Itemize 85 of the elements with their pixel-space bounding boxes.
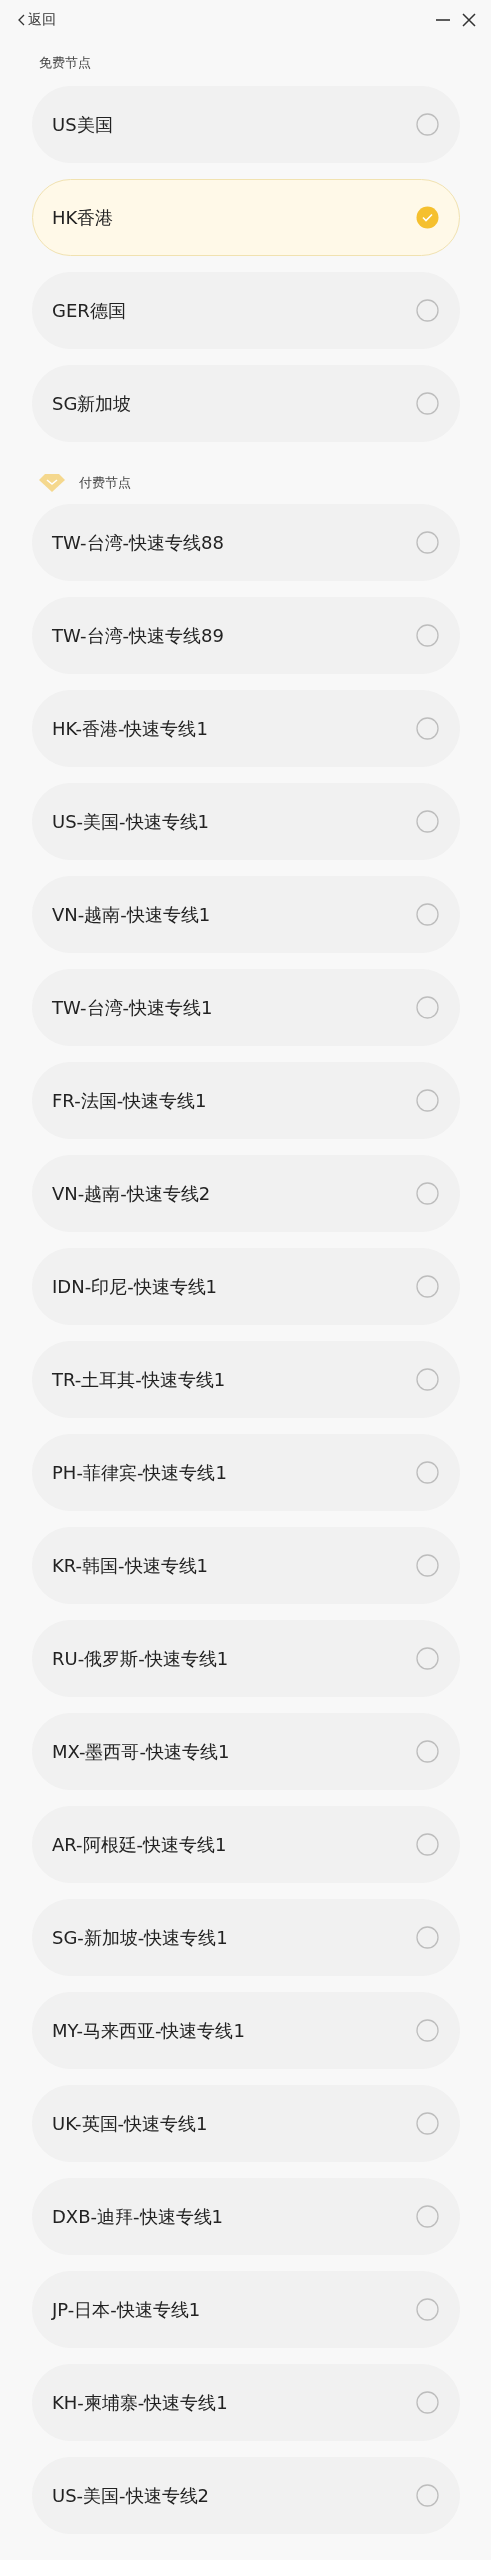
checked-radio-icon[interactable] bbox=[416, 206, 439, 229]
node-option[interactable]: TR-土耳其-快速专线1 bbox=[32, 1341, 460, 1418]
node-option[interactable]: TW-台湾-快速专线1 bbox=[32, 969, 460, 1046]
node-option[interactable]: MY-马来西亚-快速专线1 bbox=[32, 1992, 460, 2069]
node-option[interactable]: US-美国-快速专线2 bbox=[32, 2457, 460, 2534]
node-name: VN-越南-快速专线2 bbox=[52, 1181, 211, 1206]
node-name: US-美国-快速专线2 bbox=[52, 2483, 210, 2508]
radio-icon[interactable] bbox=[416, 1554, 439, 1577]
node-name: IDN-印尼-快速专线1 bbox=[52, 1274, 218, 1299]
node-option[interactable]: TW-台湾-快速专线89 bbox=[32, 597, 460, 674]
node-option[interactable]: SG-新加坡-快速专线1 bbox=[32, 1899, 460, 1976]
node-option[interactable]: UK-英国-快速专线1 bbox=[32, 2085, 460, 2162]
node-option[interactable]: VN-越南-快速专线1 bbox=[32, 876, 460, 953]
node-name: TR-土耳其-快速专线1 bbox=[52, 1367, 226, 1392]
radio-icon[interactable] bbox=[416, 1647, 439, 1670]
node-name: JP-日本-快速专线1 bbox=[52, 2297, 201, 2322]
radio-icon[interactable] bbox=[416, 2484, 439, 2507]
radio-icon[interactable] bbox=[416, 1833, 439, 1856]
radio-icon[interactable] bbox=[416, 903, 439, 926]
node-name: SG新加坡 bbox=[52, 391, 132, 416]
node-option[interactable]: HK-香港-快速专线1 bbox=[32, 690, 460, 767]
node-option[interactable]: KH-柬埔寨-快速专线1 bbox=[32, 2364, 460, 2441]
chevron-left-icon bbox=[18, 14, 25, 26]
node-option[interactable]: JP-日本-快速专线1 bbox=[32, 2271, 460, 2348]
node-name: UK-英国-快速专线1 bbox=[52, 2111, 208, 2136]
node-name: TW-台湾-快速专线88 bbox=[52, 530, 224, 555]
node-name: TW-台湾-快速专线89 bbox=[52, 623, 224, 648]
node-name: SG-新加坡-快速专线1 bbox=[52, 1925, 228, 1950]
radio-icon[interactable] bbox=[416, 1182, 439, 1205]
radio-icon[interactable] bbox=[416, 113, 439, 136]
node-name: MY-马来西亚-快速专线1 bbox=[52, 2018, 245, 2043]
radio-icon[interactable] bbox=[416, 392, 439, 415]
node-option[interactable]: SG新加坡 bbox=[32, 365, 460, 442]
radio-icon[interactable] bbox=[416, 810, 439, 833]
node-name: TW-台湾-快速专线1 bbox=[52, 995, 213, 1020]
node-name: AR-阿根廷-快速专线1 bbox=[52, 1832, 227, 1857]
node-name: US美国 bbox=[52, 112, 113, 137]
node-option[interactable]: RU-俄罗斯-快速专线1 bbox=[32, 1620, 460, 1697]
node-name: MX-墨西哥-快速专线1 bbox=[52, 1739, 230, 1764]
node-option[interactable]: MX-墨西哥-快速专线1 bbox=[32, 1713, 460, 1790]
diamond-icon bbox=[39, 474, 65, 492]
node-option[interactable]: VN-越南-快速专线2 bbox=[32, 1155, 460, 1232]
radio-icon[interactable] bbox=[416, 624, 439, 647]
node-option[interactable]: TW-台湾-快速专线88 bbox=[32, 504, 460, 581]
radio-icon[interactable] bbox=[416, 2205, 439, 2228]
node-name: FR-法国-快速专线1 bbox=[52, 1088, 207, 1113]
node-name: HK-香港-快速专线1 bbox=[52, 716, 208, 741]
node-option[interactable]: PH-菲律宾-快速专线1 bbox=[32, 1434, 460, 1511]
radio-icon[interactable] bbox=[416, 2019, 439, 2042]
node-option[interactable]: DXB-迪拜-快速专线1 bbox=[32, 2178, 460, 2255]
section-title: 付费节点 bbox=[79, 474, 131, 492]
node-name: KR-韩国-快速专线1 bbox=[52, 1553, 209, 1578]
radio-icon[interactable] bbox=[416, 2298, 439, 2321]
node-name: DXB-迪拜-快速专线1 bbox=[52, 2204, 223, 2229]
node-name: PH-菲律宾-快速专线1 bbox=[52, 1460, 227, 1485]
node-name: VN-越南-快速专线1 bbox=[52, 902, 211, 927]
radio-icon[interactable] bbox=[416, 996, 439, 1019]
node-name: RU-俄罗斯-快速专线1 bbox=[52, 1646, 229, 1671]
node-option[interactable]: US-美国-快速专线1 bbox=[32, 783, 460, 860]
radio-icon[interactable] bbox=[416, 1740, 439, 1763]
radio-icon[interactable] bbox=[416, 1275, 439, 1298]
radio-icon[interactable] bbox=[416, 1926, 439, 1949]
node-option[interactable]: US美国 bbox=[32, 86, 460, 163]
radio-icon[interactable] bbox=[416, 531, 439, 554]
radio-icon[interactable] bbox=[416, 1368, 439, 1391]
node-option[interactable]: GER德国 bbox=[32, 272, 460, 349]
node-name: GER德国 bbox=[52, 298, 126, 323]
section-title: 免费节点 bbox=[39, 54, 91, 72]
radio-icon[interactable] bbox=[416, 717, 439, 740]
node-option[interactable]: IDN-印尼-快速专线1 bbox=[32, 1248, 460, 1325]
radio-icon[interactable] bbox=[416, 2391, 439, 2414]
node-option[interactable]: KR-韩国-快速专线1 bbox=[32, 1527, 460, 1604]
node-name: HK香港 bbox=[52, 205, 114, 230]
radio-icon[interactable] bbox=[416, 2112, 439, 2135]
radio-icon[interactable] bbox=[416, 1461, 439, 1484]
radio-icon[interactable] bbox=[416, 299, 439, 322]
close-icon[interactable] bbox=[461, 12, 477, 28]
node-option[interactable]: HK香港 bbox=[32, 179, 460, 256]
node-name: US-美国-快速专线1 bbox=[52, 809, 210, 834]
back-label: 返回 bbox=[28, 11, 56, 29]
node-option[interactable]: AR-阿根廷-快速专线1 bbox=[32, 1806, 460, 1883]
node-name: KH-柬埔寨-快速专线1 bbox=[52, 2390, 228, 2415]
back-button[interactable]: 返回 bbox=[18, 11, 56, 29]
radio-icon[interactable] bbox=[416, 1089, 439, 1112]
node-option[interactable]: FR-法国-快速专线1 bbox=[32, 1062, 460, 1139]
